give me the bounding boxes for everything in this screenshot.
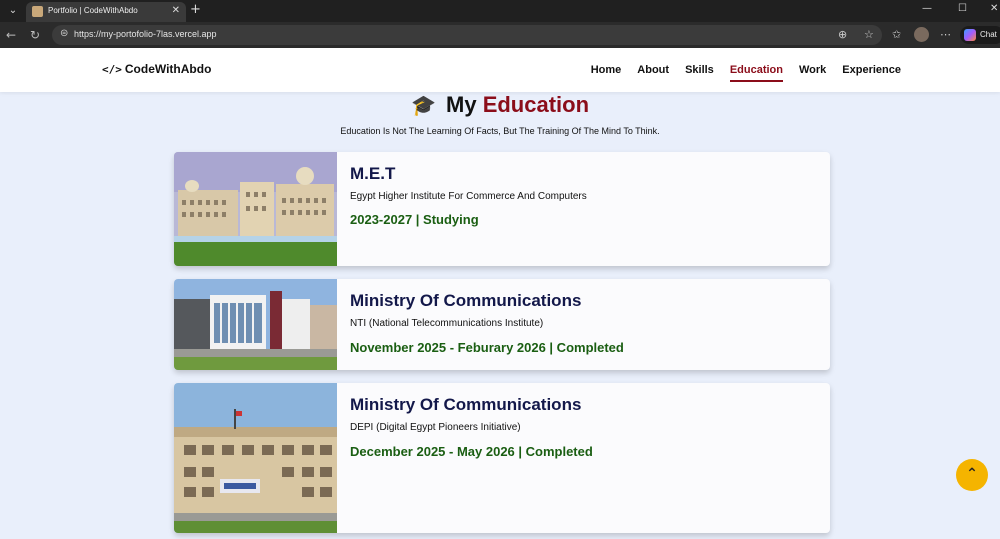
education-title: Ministry Of Communications bbox=[350, 291, 582, 310]
site-header: </> CodeWithAbdo Home About Skills Educat… bbox=[0, 48, 1000, 92]
url-text: https://my-portofolio-7las.vercel.app bbox=[74, 29, 217, 39]
url-field[interactable]: ⊜ https://my-portofolio-7las.vercel.app … bbox=[52, 25, 882, 45]
education-institution: NTI (National Telecommunications Institu… bbox=[350, 318, 544, 329]
favorite-star-icon[interactable]: ☆ bbox=[864, 28, 874, 41]
chat-label: Chat bbox=[980, 30, 997, 39]
main-nav: Home About Skills Education Work Experie… bbox=[591, 64, 901, 82]
education-date: November 2025 - Feburary 2026 | Complete… bbox=[350, 340, 624, 355]
minimize-icon[interactable]: — bbox=[922, 3, 932, 14]
nti-building-image bbox=[174, 279, 337, 370]
education-title: M.E.T bbox=[350, 164, 396, 183]
education-institution: DEPI (Digital Egypt Pioneers Initiative) bbox=[350, 422, 521, 433]
copilot-chat-button[interactable]: Chat bbox=[960, 26, 1000, 44]
section-title-main: My bbox=[446, 92, 477, 117]
back-icon[interactable]: ← bbox=[6, 28, 16, 42]
copilot-icon bbox=[964, 29, 976, 41]
education-date: 2023-2027 | Studying bbox=[350, 212, 479, 227]
close-window-icon[interactable]: ✕ bbox=[990, 3, 998, 14]
education-card: Ministry Of Communications NTI (National… bbox=[174, 279, 830, 370]
browser-tabstrip: ⌄ Portfolio | CodeWithAbdo ✕ + — ☐ ✕ bbox=[0, 0, 1000, 22]
favicon-icon bbox=[32, 6, 43, 17]
graduation-cap-icon: 🎓 bbox=[410, 95, 436, 117]
brand-name: CodeWithAbdo bbox=[124, 62, 212, 76]
depi-building-image bbox=[174, 383, 337, 533]
chevron-up-icon: ⌃ bbox=[966, 466, 978, 482]
nav-home[interactable]: Home bbox=[591, 64, 622, 82]
new-tab-icon[interactable]: + bbox=[190, 2, 201, 17]
reload-icon[interactable]: ↻ bbox=[30, 28, 40, 42]
nav-work[interactable]: Work bbox=[799, 64, 826, 82]
favorites-icon[interactable]: ✩ bbox=[892, 28, 901, 41]
maximize-icon[interactable]: ☐ bbox=[958, 3, 967, 14]
more-options-icon[interactable]: ⋯ bbox=[940, 28, 951, 41]
close-tab-icon[interactable]: ✕ bbox=[172, 5, 180, 16]
nav-about[interactable]: About bbox=[637, 64, 669, 82]
code-icon: </> bbox=[102, 63, 122, 76]
tab-list-icon[interactable]: ⌄ bbox=[4, 3, 22, 19]
section-quote: Education Is Not The Learning Of Facts, … bbox=[340, 126, 660, 136]
met-building-image bbox=[174, 152, 337, 266]
brand-logo[interactable]: </> CodeWithAbdo bbox=[102, 62, 211, 76]
education-title: Ministry Of Communications bbox=[350, 395, 582, 414]
nav-experience[interactable]: Experience bbox=[842, 64, 901, 82]
reader-icon[interactable]: ⊕ bbox=[838, 28, 847, 41]
education-card: M.E.T Egypt Higher Institute For Commerc… bbox=[174, 152, 830, 266]
browser-tab[interactable]: Portfolio | CodeWithAbdo ✕ bbox=[26, 2, 186, 22]
address-bar: ← ↻ ⊜ https://my-portofolio-7las.vercel.… bbox=[0, 22, 1000, 48]
scroll-to-top-button[interactable]: ⌃ bbox=[956, 459, 988, 491]
section-title-accent: Education bbox=[482, 92, 590, 117]
nav-education[interactable]: Education bbox=[729, 64, 783, 82]
site-info-icon[interactable]: ⊜ bbox=[60, 28, 68, 39]
tab-title: Portfolio | CodeWithAbdo bbox=[48, 6, 138, 15]
nav-skills[interactable]: Skills bbox=[685, 64, 714, 82]
education-institution: Egypt Higher Institute For Commerce And … bbox=[350, 191, 587, 202]
education-date: December 2025 - May 2026 | Completed bbox=[350, 444, 593, 459]
education-card: Ministry Of Communications DEPI (Digital… bbox=[174, 383, 830, 533]
section-title: 🎓 My Education bbox=[0, 92, 1000, 118]
avatar[interactable] bbox=[914, 27, 929, 42]
